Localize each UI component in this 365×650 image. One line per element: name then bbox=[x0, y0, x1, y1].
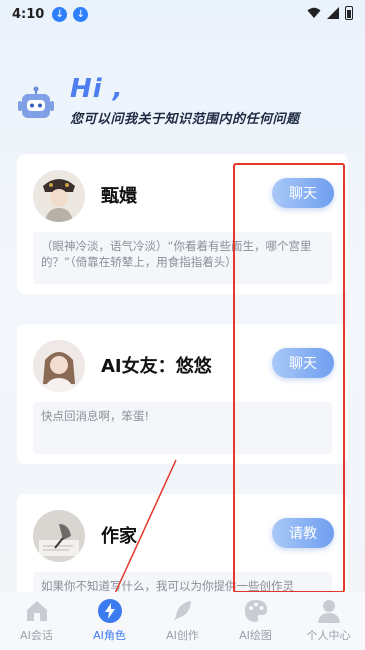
header: Hi , 您可以问我关于知识范围内的任何问题 bbox=[18, 74, 358, 136]
tab-ai-create[interactable]: AI创作 bbox=[146, 592, 219, 650]
tab-label: 个人中心 bbox=[306, 629, 351, 642]
tab-profile[interactable]: 个人中心 bbox=[292, 592, 365, 650]
avatar bbox=[33, 340, 85, 392]
signal-icon bbox=[327, 7, 339, 19]
palette-icon bbox=[244, 600, 267, 622]
greeting-subtitle: 您可以问我关于知识范围内的任何问题 bbox=[70, 112, 300, 127]
status-bar: 4:10 ↓ ↓ bbox=[0, 0, 365, 28]
status-indicators bbox=[307, 6, 353, 20]
avatar bbox=[33, 510, 85, 562]
role-description: （眼神冷淡，语气冷淡）“你看着有些面生，哪个宫里的？”（倚靠在轿辇上，用食指指着… bbox=[33, 232, 332, 284]
battery-icon bbox=[345, 6, 353, 20]
chat-button[interactable]: 聊天 bbox=[272, 178, 334, 208]
tab-label: AI会话 bbox=[20, 629, 53, 642]
lightning-icon bbox=[97, 599, 122, 623]
tab-label: AI绘图 bbox=[239, 629, 272, 642]
tab-label: AI创作 bbox=[166, 629, 199, 642]
chat-button[interactable]: 聊天 bbox=[272, 348, 334, 378]
download-icon: ↓ bbox=[52, 6, 68, 22]
home-icon bbox=[26, 601, 47, 621]
tab-label: AI角色 bbox=[93, 629, 126, 642]
role-card[interactable]: AI女友：悠悠 聊天 快点回消息啊，笨蛋! bbox=[17, 324, 348, 464]
role-name: 作家 bbox=[101, 526, 137, 547]
download-icon: ↓ bbox=[73, 6, 89, 22]
person-icon bbox=[317, 600, 340, 623]
bottom-tab-bar: AI会话 AI角色 AI创作 AI绘图 个人中心 bbox=[0, 592, 365, 650]
status-time: 4:10 bbox=[12, 6, 45, 22]
consult-button[interactable]: 请教 bbox=[272, 518, 334, 548]
robot-icon bbox=[18, 86, 54, 118]
avatar bbox=[33, 170, 85, 222]
role-description: 快点回消息啊，笨蛋! bbox=[33, 402, 332, 454]
role-card[interactable]: 甄嬛 聊天 （眼神冷淡，语气冷淡）“你看着有些面生，哪个宫里的？”（倚靠在轿辇上… bbox=[17, 154, 348, 294]
tab-ai-chat[interactable]: AI会话 bbox=[0, 592, 73, 650]
tab-ai-role[interactable]: AI角色 bbox=[73, 592, 146, 650]
role-name: 甄嬛 bbox=[101, 186, 137, 207]
feather-icon bbox=[173, 601, 191, 621]
role-name: AI女友：悠悠 bbox=[101, 356, 212, 377]
greeting-title: Hi , bbox=[70, 74, 124, 104]
tab-ai-draw[interactable]: AI绘图 bbox=[219, 592, 292, 650]
wifi-icon bbox=[307, 7, 321, 18]
